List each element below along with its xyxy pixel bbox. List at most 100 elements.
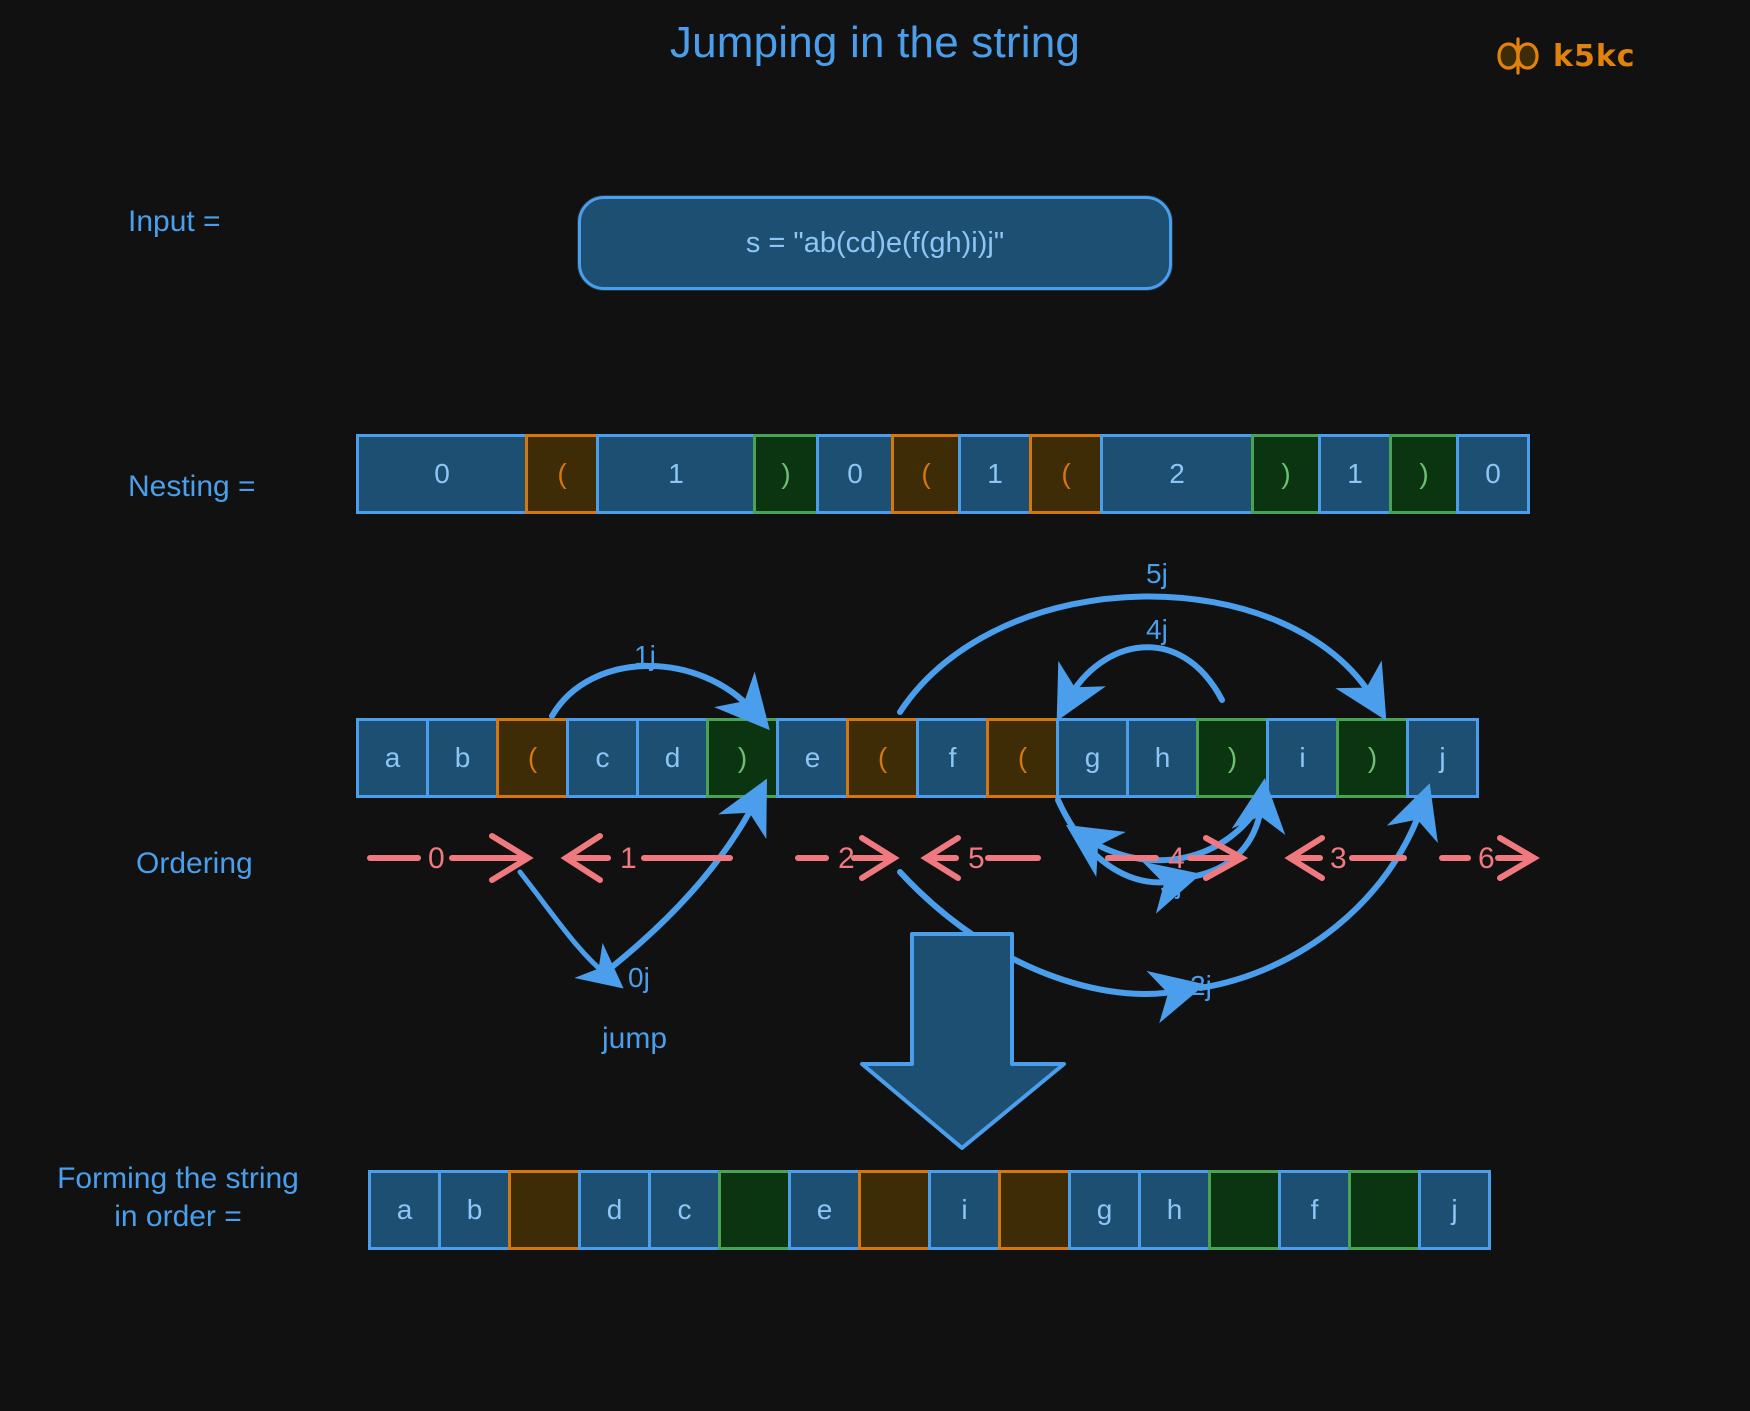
forming-cell: e (788, 1170, 861, 1250)
jump-arc-0j (595, 778, 767, 981)
character-cell-text: h (1154, 742, 1171, 773)
jump-label: 3j (1160, 868, 1182, 899)
forming-cell: i (928, 1170, 1001, 1250)
page-title: Jumping in the string (669, 18, 1081, 67)
bowtie-mark-icon (1495, 36, 1541, 76)
nesting-cell: ( (525, 434, 599, 514)
character-cell: i (1266, 718, 1339, 798)
forming-cell-text: a (396, 1194, 413, 1225)
nesting-cell: 0 (356, 434, 528, 514)
character-cell: h (1126, 718, 1199, 798)
nesting-cell-text: ( (921, 458, 931, 489)
character-cell-text: g (1084, 742, 1101, 773)
nesting-cell-text: 0 (1485, 458, 1501, 489)
character-cell: ( (496, 718, 569, 798)
character-cell: ) (1336, 718, 1409, 798)
jump-arc-4j (1056, 644, 1225, 722)
character-strip: a b ( c d) e ( f ( g h) i) j (356, 718, 1479, 798)
character-cell-text: c (595, 742, 610, 773)
forming-cell (1208, 1170, 1281, 1250)
ordering-step-number: 0 (428, 842, 445, 875)
ordering-step-number: 3 (1330, 842, 1347, 875)
character-cell: f (916, 718, 989, 798)
jump-caption: jump (602, 1022, 668, 1055)
character-cell-text: j (1439, 742, 1446, 773)
forming-cell-text: i (961, 1194, 968, 1225)
character-cell: e (776, 718, 849, 798)
jump-arc-5j (897, 593, 1387, 721)
forming-cell: f (1278, 1170, 1351, 1250)
jump-label: 0j (628, 962, 650, 993)
character-cell-text: ) (1227, 742, 1238, 773)
character-cell-text: ( (877, 742, 888, 773)
character-cell-text: b (454, 742, 471, 773)
forming-strip: abdceighfj (368, 1170, 1491, 1250)
character-cell-text: a (384, 742, 401, 773)
jump-tail-0j (517, 869, 624, 989)
forming-cell-text: e (816, 1194, 833, 1225)
nesting-cell-text: 0 (434, 458, 450, 489)
nesting-cell-text: ( (1061, 458, 1071, 489)
nesting-cell-text: ( (557, 458, 567, 489)
forming-cell: g (1068, 1170, 1141, 1250)
forming-cell: d (578, 1170, 651, 1250)
forming-cell-text: h (1166, 1194, 1183, 1225)
nesting-cell: ) (1389, 434, 1459, 514)
character-cell-text: f (948, 742, 957, 773)
ordering-step-number: 1 (620, 842, 637, 875)
brand-logo: k5kc (1495, 36, 1636, 76)
nesting-cell: 1 (958, 434, 1032, 514)
forming-cell (718, 1170, 791, 1250)
jump-arc-3j (1193, 778, 1286, 879)
nesting-cell: 2 (1100, 434, 1254, 514)
nesting-cell: 0 (1456, 434, 1530, 514)
slide-canvas: Jumping in the string k5kc Input = Nesti… (0, 0, 1750, 1411)
forming-cell-text: g (1096, 1194, 1113, 1225)
character-cell-text: ) (737, 742, 748, 773)
character-cell: d (636, 718, 709, 798)
nesting-cell-text: ) (1281, 458, 1291, 489)
character-cell: ( (846, 718, 919, 798)
nesting-label: Nesting = (128, 470, 256, 503)
nesting-cell: ) (1251, 434, 1321, 514)
nesting-cell-text: 1 (1347, 458, 1363, 489)
nesting-cell: 1 (1318, 434, 1392, 514)
nesting-strip: 0 (1) 0 (1 (2) 1) 0 (356, 434, 1530, 514)
forming-cell: a (368, 1170, 441, 1250)
forming-cell-text: j (1451, 1194, 1458, 1225)
jump-label: 4j (1146, 614, 1168, 645)
input-label: Input = (128, 205, 221, 238)
character-cell: g (1056, 718, 1129, 798)
jump-arc-1j (549, 663, 770, 731)
nesting-cell-text: ) (781, 458, 791, 489)
character-cell: a (356, 718, 429, 798)
forming-cell-text: b (466, 1194, 483, 1225)
nesting-cell: ( (891, 434, 961, 514)
nesting-cell-text: 2 (1169, 458, 1185, 489)
character-cell: b (426, 718, 499, 798)
character-cell: c (566, 718, 639, 798)
character-cell-text: ( (527, 742, 538, 773)
nesting-cell-text: 1 (987, 458, 1003, 489)
nesting-cell: ) (753, 434, 819, 514)
character-cell-text: ( (1017, 742, 1028, 773)
forming-cell-text: f (1310, 1194, 1319, 1225)
character-cell-text: e (804, 742, 821, 773)
character-cell: ( (986, 718, 1059, 798)
character-cell-text: ) (1367, 742, 1378, 773)
nesting-cell-text: 1 (668, 458, 684, 489)
jump-arc-2j (1197, 783, 1438, 991)
nesting-cell-text: 0 (847, 458, 863, 489)
forming-cell: j (1418, 1170, 1491, 1250)
character-cell-text: d (664, 742, 681, 773)
jump-path-2j-left (897, 869, 1206, 1024)
input-expression-text: s = "ab(cd)e(f(gh)i)j" (745, 226, 1005, 259)
forming-cell: h (1138, 1170, 1211, 1250)
ordering-step-number: 2 (838, 842, 855, 875)
forming-cell (998, 1170, 1071, 1250)
input-expression-box: s = "ab(cd)e(f(gh)i)j" (578, 196, 1172, 290)
nesting-cell: ( (1029, 434, 1103, 514)
forming-label-line1: Forming the string (57, 1162, 299, 1195)
character-cell: j (1406, 718, 1479, 798)
forming-cell: b (438, 1170, 511, 1250)
